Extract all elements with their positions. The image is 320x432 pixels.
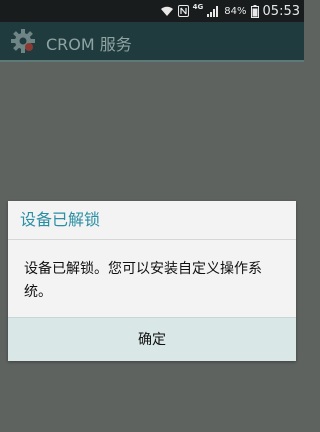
network-type-label: 4G: [192, 3, 204, 11]
battery-percent: 84%: [224, 5, 247, 17]
wifi-icon: [160, 5, 174, 17]
unlock-dialog: 设备已解锁 设备已解锁。您可以安装自定义操作系统。 确定: [8, 201, 296, 361]
dialog-title: 设备已解锁: [8, 201, 296, 240]
battery-icon: [250, 4, 259, 18]
app-bar: CROM 服务: [0, 22, 304, 62]
signal-icon: [207, 5, 220, 17]
gear-icon: [10, 28, 36, 54]
dialog-message: 设备已解锁。您可以安装自定义操作系统。: [24, 261, 262, 300]
app-title: CROM 服务: [46, 35, 132, 54]
confirm-button[interactable]: 确定: [8, 317, 296, 361]
clock: 05:53: [262, 3, 300, 19]
nfc-icon: [177, 5, 189, 17]
status-bar: 4G 84% 05:53: [0, 0, 304, 22]
status-icons: 4G 84% 05:53: [160, 0, 300, 22]
